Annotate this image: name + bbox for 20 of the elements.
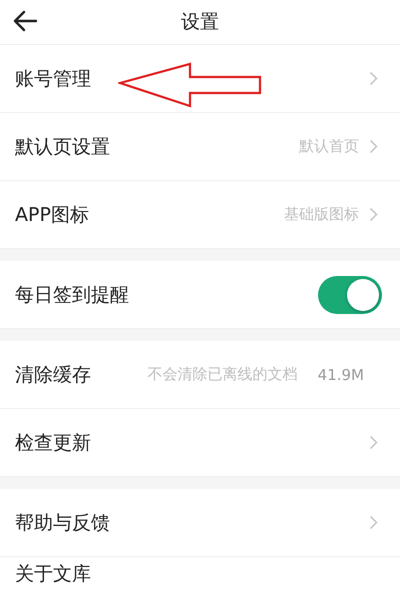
settings-row[interactable]: 默认页设置 默认首页 (0, 113, 400, 181)
page-title: 设置 (181, 10, 219, 35)
chevron-icon (369, 139, 378, 154)
settings-row[interactable]: 关于文库 (0, 557, 400, 597)
chevron-icon (369, 71, 378, 86)
chevron-icon (369, 515, 378, 530)
settings-row[interactable]: 清除缓存 不会清除已离线的文档 41.9M (0, 341, 400, 409)
chevron-icon (369, 207, 378, 222)
settings-row[interactable]: 每日签到提醒 (0, 261, 400, 329)
row-value: 默认首页 (299, 137, 359, 156)
chevron-icon (369, 435, 378, 450)
settings-row[interactable]: 检查更新 (0, 409, 400, 477)
settings-row[interactable]: APP图标 基础版图标 (0, 181, 400, 249)
toggle-switch[interactable] (318, 276, 382, 314)
hint-text: 不会清除已离线的文档 (148, 365, 298, 384)
back-icon[interactable] (12, 10, 38, 32)
settings-row[interactable]: 账号管理 (0, 45, 400, 113)
row-value: 基础版图标 (284, 205, 359, 224)
cache-size: 41.9M (318, 366, 364, 384)
settings-row[interactable]: 帮助与反馈 (0, 489, 400, 557)
